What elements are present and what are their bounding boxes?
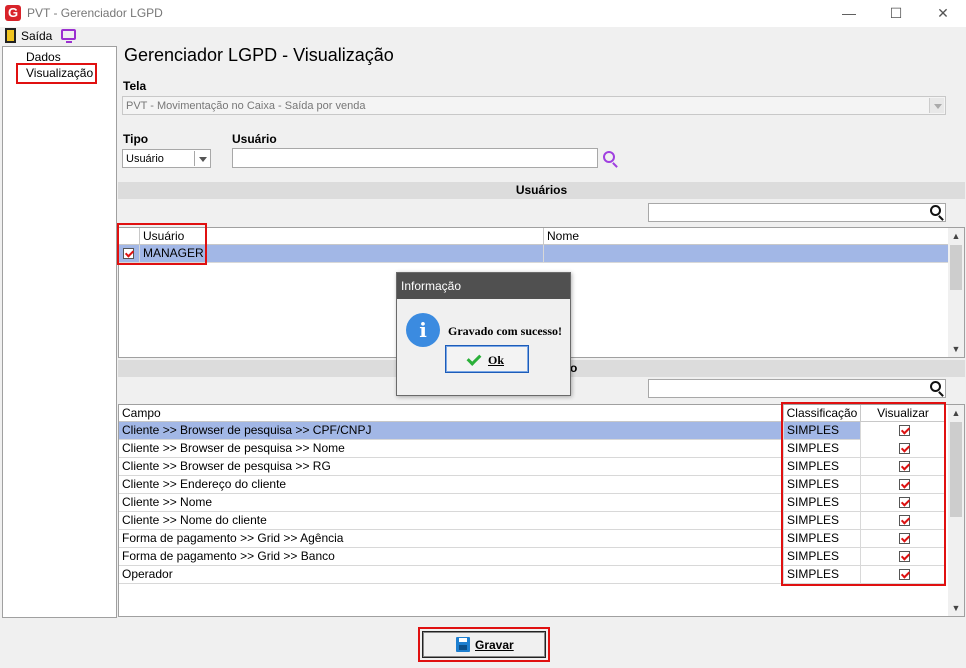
- navigation-tree: Dados Visualização: [2, 46, 117, 618]
- fields-column-campo[interactable]: Campo: [119, 405, 784, 422]
- dialog-message: Gravado com sucesso!: [448, 324, 562, 338]
- scroll-down-icon[interactable]: ▼: [948, 341, 964, 357]
- maximize-button[interactable]: ☐: [876, 3, 916, 23]
- users-column-nome[interactable]: Nome: [544, 228, 949, 245]
- tree-item-dados[interactable]: Dados: [26, 50, 61, 64]
- row-campo: Cliente >> Nome do cliente: [119, 512, 784, 530]
- users-filter-input[interactable]: [648, 203, 946, 222]
- search-icon[interactable]: [930, 205, 941, 216]
- scroll-up-icon[interactable]: ▲: [948, 405, 964, 421]
- search-icon[interactable]: [603, 151, 615, 163]
- exit-door-icon[interactable]: [5, 28, 16, 43]
- tree-item-visualizacao[interactable]: Visualização: [26, 66, 93, 80]
- monitor-icon[interactable]: [61, 29, 76, 43]
- info-icon: i: [406, 313, 440, 347]
- users-highlight-box: [117, 223, 207, 265]
- users-scrollbar[interactable]: ▲ ▼: [948, 228, 964, 357]
- ok-button[interactable]: Ok: [445, 345, 529, 373]
- users-section-header: Usuários: [118, 182, 965, 199]
- window-title: PVT - Gerenciador LGPD: [27, 6, 163, 20]
- tela-select[interactable]: PVT - Movimentação no Caixa - Saída por …: [122, 96, 946, 115]
- search-icon[interactable]: [930, 381, 941, 392]
- page-title: Gerenciador LGPD - Visualização: [124, 45, 394, 65]
- row-campo: Operador: [119, 566, 784, 584]
- scroll-up-icon[interactable]: ▲: [948, 228, 964, 244]
- tela-label: Tela: [123, 79, 147, 93]
- tipo-select[interactable]: Usuário: [122, 149, 211, 168]
- scroll-thumb[interactable]: [950, 245, 962, 290]
- row-campo: Cliente >> Browser de pesquisa >> RG: [119, 458, 784, 476]
- save-button[interactable]: Gravar: [422, 631, 546, 658]
- usuario-input[interactable]: [232, 148, 598, 168]
- row-nome: [544, 245, 949, 263]
- app-window: G PVT - Gerenciador LGPD — ☐ ✕ Saída Dad…: [0, 0, 966, 668]
- dialog-title: Informação: [397, 273, 570, 299]
- table-row[interactable]: MANAGER: [119, 245, 949, 263]
- row-campo: Cliente >> Nome: [119, 494, 784, 512]
- minimize-button[interactable]: —: [829, 3, 869, 23]
- tipo-select-value: Usuário: [126, 153, 164, 165]
- tipo-label: Tipo: [123, 132, 149, 146]
- fields-highlight-box: [781, 402, 946, 586]
- fields-scrollbar[interactable]: ▲ ▼: [948, 405, 964, 616]
- save-button-label: Gravar: [475, 638, 514, 652]
- chevron-down-icon[interactable]: [929, 98, 944, 113]
- row-campo: Cliente >> Browser de pesquisa >> Nome: [119, 440, 784, 458]
- check-icon: [466, 351, 482, 366]
- app-logo-icon: G: [5, 5, 21, 21]
- exit-menu-item[interactable]: Saída: [21, 29, 52, 43]
- row-campo: Cliente >> Endereço do cliente: [119, 476, 784, 494]
- title-bar: G PVT - Gerenciador LGPD — ☐ ✕: [0, 0, 966, 27]
- scroll-down-icon[interactable]: ▼: [948, 600, 964, 616]
- usuario-label: Usuário: [232, 132, 277, 146]
- close-button[interactable]: ✕: [923, 3, 963, 23]
- row-campo: Cliente >> Browser de pesquisa >> CPF/CN…: [119, 422, 784, 440]
- row-campo: Forma de pagamento >> Grid >> Banco: [119, 548, 784, 566]
- fields-filter-input[interactable]: [648, 379, 946, 398]
- ok-button-label: Ok: [488, 353, 505, 367]
- info-dialog: Informação i Gravado com sucesso! Ok: [396, 272, 571, 396]
- floppy-disk-icon: [456, 637, 470, 652]
- scroll-thumb[interactable]: [950, 422, 962, 517]
- chevron-down-icon[interactable]: [194, 151, 209, 166]
- menu-bar: Saída: [0, 27, 966, 45]
- tela-select-value: PVT - Movimentação no Caixa - Saída por …: [126, 100, 366, 112]
- row-campo: Forma de pagamento >> Grid >> Agência: [119, 530, 784, 548]
